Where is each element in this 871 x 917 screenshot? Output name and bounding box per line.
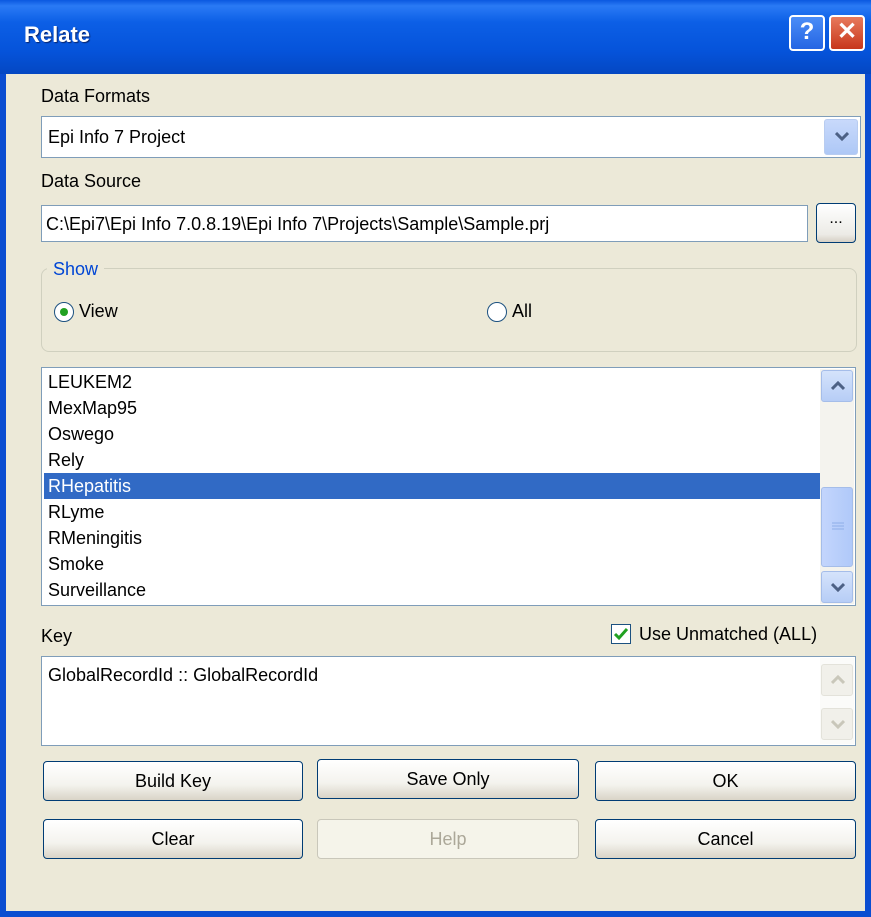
view-radio[interactable] [54, 302, 74, 322]
all-radio-label[interactable]: All [512, 301, 532, 322]
views-scrollbar[interactable] [820, 369, 854, 604]
list-item[interactable]: Surveillance [44, 577, 820, 603]
show-legend: Show [47, 259, 105, 280]
data-formats-select[interactable]: Epi Info 7 Project [41, 116, 861, 158]
cancel-button[interactable]: Cancel [595, 819, 856, 859]
dropdown-button[interactable] [824, 119, 858, 155]
grip-icon [832, 522, 844, 530]
key-value: GlobalRecordId :: GlobalRecordId [48, 665, 319, 685]
window-frame-right [865, 74, 871, 917]
list-item[interactable]: RMeningitis [44, 525, 820, 551]
checkmark-icon [613, 628, 629, 641]
use-unmatched-checkbox[interactable] [611, 624, 631, 644]
list-item[interactable]: MexMap95 [44, 395, 820, 421]
dialog-title: Relate [24, 22, 91, 47]
data-source-value: C:\Epi7\Epi Info 7.0.8.19\Epi Info 7\Pro… [46, 214, 550, 234]
list-item-selected[interactable]: RHepatitis [44, 473, 820, 499]
all-radio[interactable] [487, 302, 507, 322]
data-formats-value: Epi Info 7 Project [48, 127, 186, 147]
save-only-button[interactable]: Save Only [317, 759, 579, 799]
relate-dialog: Relate ? ✕ Data Formats Epi Info 7 Proje… [0, 0, 871, 917]
list-item[interactable]: LEUKEM2 [44, 369, 820, 395]
chevron-up-icon [831, 675, 845, 685]
chevron-up-icon [831, 381, 845, 391]
chevron-down-icon [831, 719, 845, 729]
data-formats-label: Data Formats [41, 86, 151, 106]
list-item[interactable]: Oswego [44, 421, 820, 447]
data-source-input[interactable]: C:\Epi7\Epi Info 7.0.8.19\Epi Info 7\Pro… [41, 205, 808, 242]
window-frame-bottom [0, 911, 871, 917]
help-title-button[interactable]: ? [789, 15, 825, 51]
key-scrollbar[interactable] [820, 658, 854, 744]
scroll-up-button[interactable] [821, 370, 853, 402]
clear-button[interactable]: Clear [43, 819, 303, 859]
scroll-down-button-disabled[interactable] [821, 708, 853, 740]
title-bar[interactable]: Relate ? ✕ [0, 0, 871, 74]
data-source-label: Data Source [41, 171, 142, 191]
key-textbox[interactable]: GlobalRecordId :: GlobalRecordId [41, 656, 856, 746]
help-button[interactable]: Help [317, 819, 579, 859]
browse-button[interactable]: ... [816, 203, 856, 243]
show-groupbox [41, 268, 857, 352]
radio-selected-dot [60, 308, 68, 316]
ok-button[interactable]: OK [595, 761, 856, 801]
key-label: Key [41, 626, 73, 646]
list-item[interactable]: RLyme [44, 499, 820, 525]
scroll-down-button[interactable] [821, 571, 853, 603]
window-frame-left [0, 74, 6, 917]
list-item[interactable]: Smoke [44, 551, 820, 577]
chevron-down-icon [831, 582, 845, 592]
use-unmatched-label[interactable]: Use Unmatched (ALL) [639, 624, 817, 645]
view-radio-label[interactable]: View [79, 301, 118, 322]
build-key-button[interactable]: Build Key [43, 761, 303, 801]
scroll-up-button-disabled[interactable] [821, 664, 853, 696]
close-button[interactable]: ✕ [829, 15, 865, 51]
chevron-down-icon [835, 132, 849, 142]
scroll-thumb[interactable] [821, 487, 853, 567]
views-listbox[interactable]: LEUKEM2 MexMap95 Oswego Rely RHepatitis … [41, 367, 856, 606]
list-item[interactable]: Rely [44, 447, 820, 473]
